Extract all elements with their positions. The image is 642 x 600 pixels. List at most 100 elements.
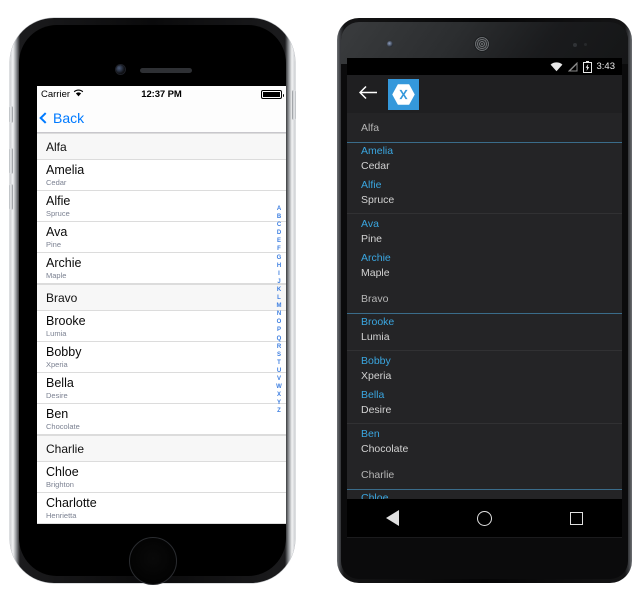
list-item[interactable]: Alfie Spruce (37, 191, 286, 222)
list-item[interactable]: Chloe (347, 490, 622, 499)
list-item[interactable]: Alfie Spruce (347, 177, 622, 211)
list-item[interactable]: Ben Chocolate (37, 404, 286, 435)
list-item[interactable]: Amelia Cedar (37, 160, 286, 191)
nav-home-icon[interactable] (477, 510, 492, 526)
list-divider (347, 350, 622, 351)
index-letter[interactable]: H (277, 262, 281, 270)
screenshot-stage: Carrier 12:37 PM Back Alfa Amelia Cedar … (0, 0, 642, 600)
list-item[interactable]: Brooke Lumia (37, 311, 286, 342)
list-item[interactable]: Chloe Brighton (37, 462, 286, 493)
list-divider (347, 423, 622, 424)
index-letter[interactable]: Z (277, 407, 281, 415)
index-letter[interactable]: Q (277, 335, 282, 343)
front-camera-icon (116, 65, 125, 74)
android-section-header: Alfa (347, 113, 622, 143)
list-item-name: Brooke (46, 314, 86, 328)
index-letter[interactable]: M (277, 302, 282, 310)
list-item[interactable]: Bella Desire (37, 373, 286, 404)
list-item[interactable]: Bella Desire (347, 387, 622, 421)
list-item[interactable]: Ava Pine (37, 222, 286, 253)
android-screen: 3:43 Alfa Amelia Cedar Alfie Spruce Ava … (347, 58, 622, 538)
iphone-volume-up-button[interactable] (9, 148, 13, 174)
list-item[interactable]: Charlotte Henrietta (37, 493, 286, 524)
index-letter[interactable]: I (278, 270, 280, 278)
list-item-subtitle: Xperia (46, 360, 68, 369)
ios-section-index[interactable]: ABCDEFGHIJKLMNOPQRSTUVWXYZ (273, 205, 285, 415)
android-section-header: Bravo (347, 284, 622, 314)
list-item-subtitle: Spruce (46, 209, 70, 218)
list-item[interactable]: Amelia Cedar (347, 143, 622, 177)
index-letter[interactable]: C (277, 221, 281, 229)
list-item-name: Bella (361, 389, 385, 401)
list-item[interactable]: Archie Maple (37, 253, 286, 284)
list-item[interactable]: Ben Chocolate (347, 426, 622, 460)
battery-charging-icon (582, 60, 592, 73)
android-action-bar (347, 75, 622, 113)
index-letter[interactable]: E (277, 237, 281, 245)
nav-recents-icon[interactable] (570, 511, 583, 525)
index-letter[interactable]: Y (277, 399, 281, 407)
index-letter[interactable]: L (277, 294, 281, 302)
list-item-subtitle: Pine (361, 233, 383, 245)
chevron-left-icon (39, 111, 51, 124)
index-letter[interactable]: S (277, 351, 281, 359)
list-item-subtitle: Cedar (46, 178, 67, 187)
android-device: 3:43 Alfa Amelia Cedar Alfie Spruce Ava … (337, 18, 632, 583)
list-item-name: Bobby (361, 355, 391, 367)
index-letter[interactable]: X (277, 391, 281, 399)
list-item-name: Charlotte (46, 496, 97, 510)
list-item-subtitle: Xperia (361, 370, 392, 382)
index-letter[interactable]: O (277, 318, 282, 326)
android-clock: 3:43 (596, 61, 616, 72)
ios-section-header: Bravo (37, 284, 286, 311)
list-item[interactable]: Archie Maple (347, 250, 622, 284)
battery-icon (261, 90, 284, 99)
iphone-power-button[interactable] (292, 90, 296, 120)
ios-clock: 12:37 PM (141, 89, 182, 100)
list-divider (347, 213, 622, 214)
list-item[interactable]: Ava Pine (347, 216, 622, 250)
index-letter[interactable]: U (277, 367, 281, 375)
list-item-subtitle: Brighton (46, 480, 74, 489)
index-letter[interactable]: A (277, 205, 281, 213)
index-letter[interactable]: V (277, 375, 281, 383)
ios-list-body: Alfa Amelia Cedar Alfie Spruce Ava Pine Archie M… (37, 133, 286, 524)
iphone-device: Carrier 12:37 PM Back Alfa Amelia Cedar … (9, 18, 296, 585)
index-letter[interactable]: P (277, 326, 281, 334)
home-button[interactable] (128, 537, 177, 585)
index-letter[interactable]: N (277, 310, 281, 318)
xamarin-logo-icon[interactable] (388, 78, 419, 110)
list-item-subtitle: Lumia (361, 331, 390, 343)
list-item-subtitle: Chocolate (46, 422, 80, 431)
iphone-mute-switch[interactable] (9, 106, 13, 123)
list-item-name: Bella (46, 376, 74, 390)
nav-back-icon[interactable] (386, 510, 399, 526)
index-letter[interactable]: R (277, 343, 281, 351)
ios-nav-bar: Back (37, 103, 286, 133)
arrow-left-icon[interactable] (358, 85, 378, 103)
index-letter[interactable]: K (277, 286, 281, 294)
list-item-subtitle: Cedar (361, 160, 390, 172)
android-contact-list[interactable]: Alfa Amelia Cedar Alfie Spruce Ava Pine Archie M… (347, 113, 622, 499)
list-item-subtitle: Henrietta (46, 511, 77, 520)
list-item[interactable]: Bobby Xperia (37, 342, 286, 373)
list-item-subtitle: Chocolate (361, 443, 409, 455)
list-item-name: Ben (46, 407, 69, 421)
back-button[interactable]: Back (39, 110, 84, 126)
index-letter[interactable]: B (277, 213, 281, 221)
list-item[interactable]: Bobby Xperia (347, 353, 622, 387)
index-letter[interactable]: F (277, 245, 281, 253)
index-letter[interactable]: J (277, 278, 280, 286)
list-item-name: Alfie (46, 194, 71, 208)
ios-status-bar: Carrier 12:37 PM (37, 86, 286, 103)
list-item[interactable]: Brooke Lumia (347, 314, 622, 348)
index-letter[interactable]: G (277, 254, 282, 262)
ios-contact-list[interactable]: Alfa Amelia Cedar Alfie Spruce Ava Pine Archie M… (37, 133, 286, 524)
index-letter[interactable]: W (276, 383, 282, 391)
list-item-name: Ben (361, 428, 380, 440)
index-letter[interactable]: T (277, 359, 281, 367)
iphone-volume-down-button[interactable] (9, 184, 13, 210)
index-letter[interactable]: D (277, 229, 281, 237)
list-item-subtitle: Pine (46, 240, 62, 249)
iphone-bezel: Carrier 12:37 PM Back Alfa Amelia Cedar … (19, 25, 286, 585)
